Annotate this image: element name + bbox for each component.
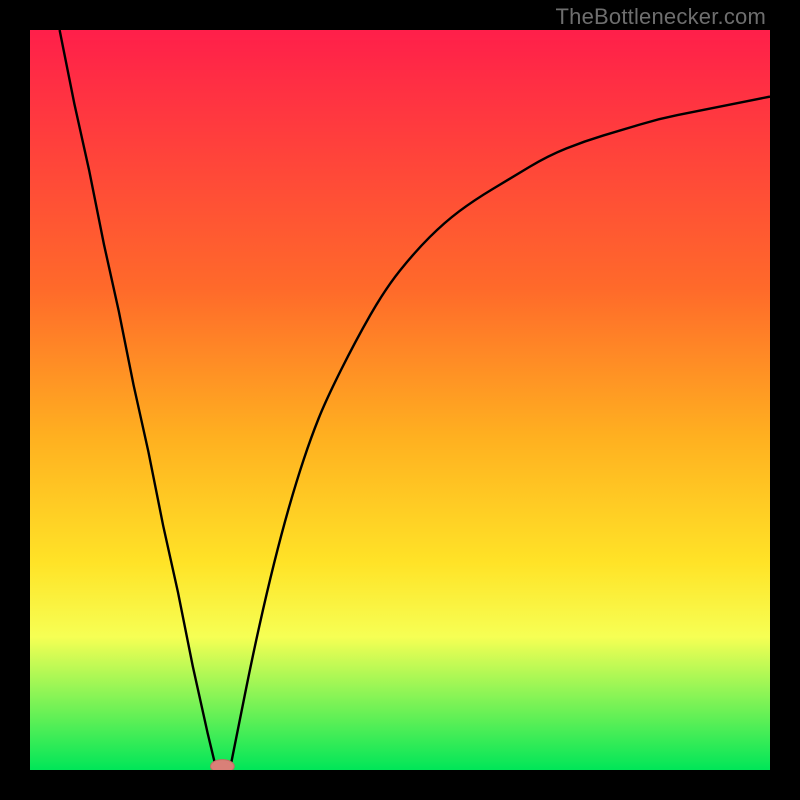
gradient-background: [30, 30, 770, 770]
bottleneck-chart: [30, 30, 770, 770]
chart-frame: [30, 30, 770, 770]
minimum-marker: [211, 760, 235, 770]
watermark-text: TheBottlenecker.com: [556, 4, 766, 30]
